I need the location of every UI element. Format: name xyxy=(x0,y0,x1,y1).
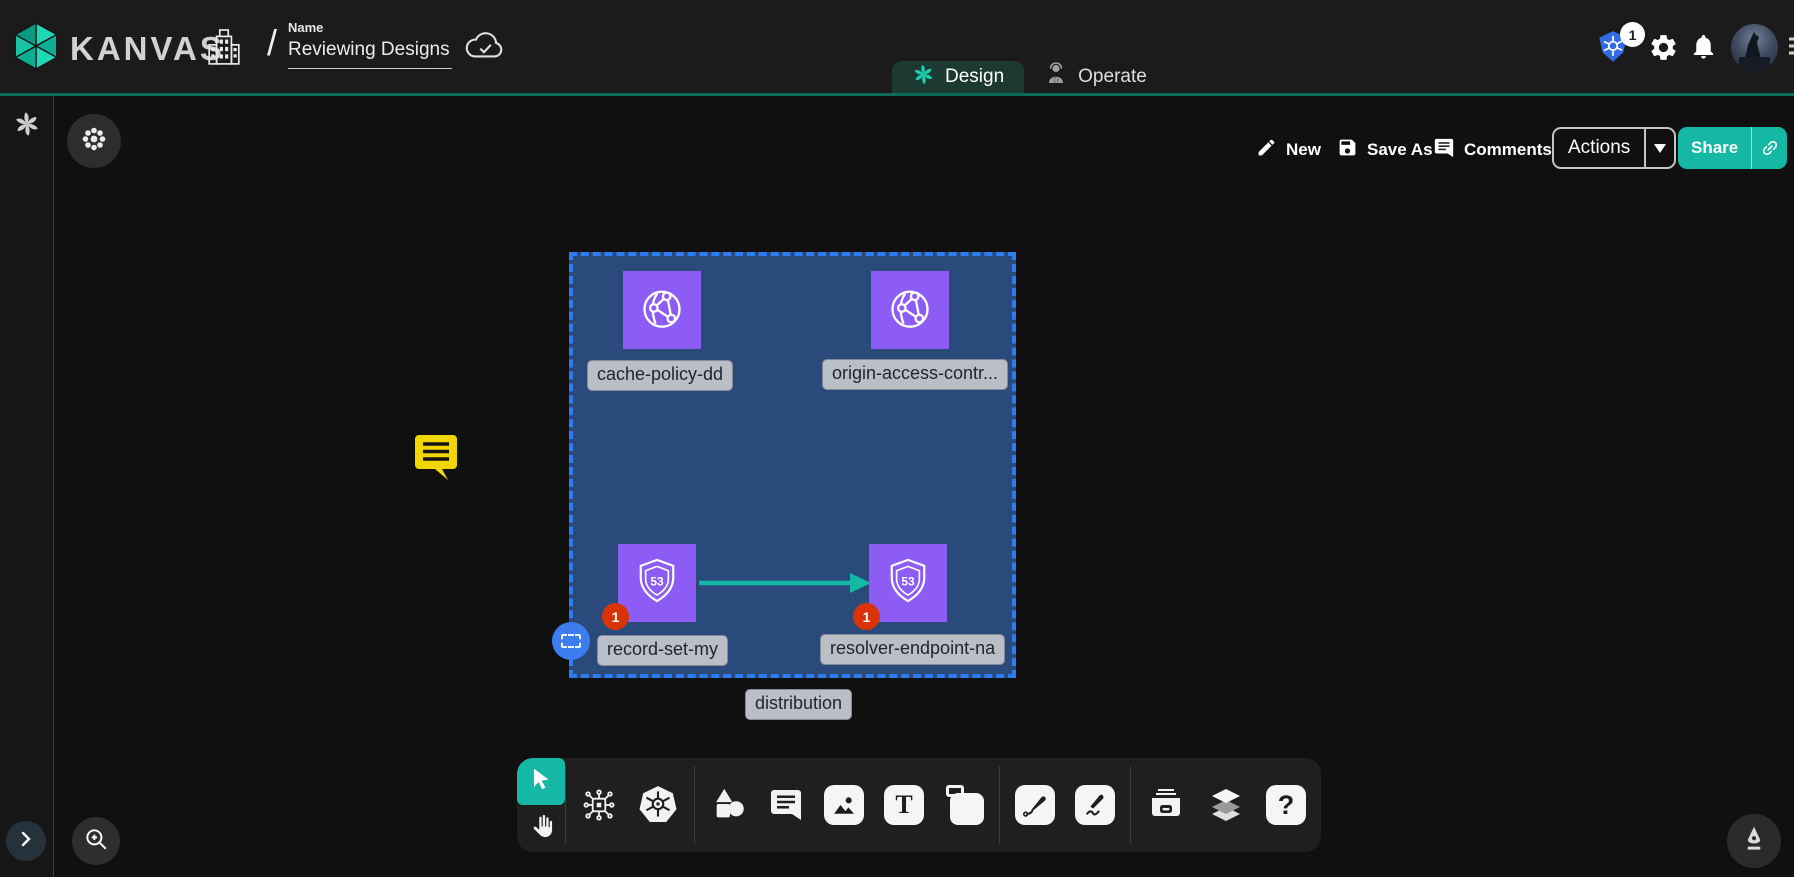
route53-shield-icon: 53 xyxy=(631,555,683,612)
image-tool[interactable] xyxy=(824,785,864,825)
comments-button[interactable]: Comments xyxy=(1433,132,1552,168)
overflow-menu-icon[interactable] xyxy=(1787,35,1794,62)
organization-icon[interactable] xyxy=(206,27,242,74)
hexagon-logo-icon xyxy=(14,22,58,75)
new-button-label: New xyxy=(1286,140,1321,160)
pen-vector-tool[interactable] xyxy=(1015,785,1055,825)
tab-design[interactable]: Design xyxy=(892,61,1024,93)
actions-button-label[interactable]: Actions xyxy=(1554,129,1644,167)
zoom-in-button[interactable] xyxy=(72,817,120,865)
design-name-field: Name xyxy=(288,20,452,69)
share-button-label[interactable]: Share xyxy=(1678,127,1751,169)
layers-tool[interactable] xyxy=(1206,785,1246,825)
notification-count-badge[interactable]: 1 xyxy=(602,603,629,630)
node-label-chip[interactable]: cache-policy-dd xyxy=(587,360,733,391)
comment-tool[interactable] xyxy=(768,787,804,823)
canvas-settings-button[interactable] xyxy=(67,114,121,168)
kanvas-app: KANVAS / Name xyxy=(0,0,1794,877)
magnifier-plus-icon xyxy=(83,826,109,857)
kubernetes-wheel-tool[interactable] xyxy=(637,784,679,826)
drawing-tools-group xyxy=(1000,758,1130,852)
flower-gear-icon xyxy=(79,124,109,159)
pen-nib-icon xyxy=(1740,825,1768,858)
brand-wordmark: KANVAS xyxy=(70,30,225,68)
select-tool-active[interactable] xyxy=(517,758,565,805)
sidebar-pinwheel-icon[interactable] xyxy=(13,110,41,143)
pointer-tools-column xyxy=(517,758,565,852)
tab-design-label: Design xyxy=(945,66,1004,88)
save-as-button[interactable]: Save As xyxy=(1337,132,1433,168)
help-tool[interactable]: ? xyxy=(1266,785,1306,825)
library-tools-group: ? xyxy=(1131,758,1321,852)
left-sidebar xyxy=(0,96,54,877)
design-name-input[interactable] xyxy=(288,36,452,69)
save-as-button-label: Save As xyxy=(1367,140,1433,160)
route53-number: 53 xyxy=(901,574,915,588)
shapes-tool[interactable] xyxy=(710,786,748,824)
pencil-sketch-tool[interactable] xyxy=(1075,785,1115,825)
actions-dropdown-arrow[interactable] xyxy=(1644,129,1674,167)
node-label-chip[interactable]: origin-access-contr... xyxy=(822,359,1008,390)
card-body-shape xyxy=(950,793,984,825)
sidebar-expand-button[interactable] xyxy=(6,821,46,861)
mode-tabs: Design Operate xyxy=(892,59,1167,93)
node-record-set[interactable]: 53 xyxy=(618,544,696,622)
settings-gear-icon[interactable] xyxy=(1648,32,1679,68)
node-label-chip[interactable]: record-set-my xyxy=(597,635,728,666)
notifications-bell-icon[interactable] xyxy=(1689,32,1718,66)
comments-button-label: Comments xyxy=(1464,140,1552,160)
annotation-tools-group: T xyxy=(695,758,999,852)
brand-logo[interactable]: KANVAS xyxy=(14,22,225,75)
text-tool[interactable]: T xyxy=(884,785,924,825)
node-origin-access-control[interactable] xyxy=(871,271,949,349)
card-tool[interactable] xyxy=(944,785,984,825)
node-resolver-endpoint[interactable]: 53 xyxy=(869,544,947,622)
chevron-right-icon xyxy=(18,831,34,852)
node-label-chip[interactable]: resolver-endpoint-na xyxy=(820,634,1005,665)
pan-hand-tool[interactable] xyxy=(527,805,555,852)
name-field-label: Name xyxy=(288,20,452,35)
route53-number: 53 xyxy=(650,574,664,588)
floppy-disk-icon xyxy=(1337,137,1358,163)
connection-arrow[interactable] xyxy=(697,569,873,602)
share-split-button[interactable]: Share xyxy=(1678,127,1787,169)
circuit-chip-tool[interactable] xyxy=(581,787,617,823)
canvas-comment-marker[interactable] xyxy=(413,432,459,487)
cursor-arrow-icon xyxy=(528,766,554,797)
tab-operate[interactable]: Operate xyxy=(1024,61,1167,93)
pencil-icon xyxy=(1256,137,1277,163)
globe-network-icon xyxy=(634,280,690,341)
breadcrumb-separator: / xyxy=(267,22,277,64)
operator-person-icon xyxy=(1044,62,1068,92)
actions-split-button[interactable]: Actions xyxy=(1552,127,1676,169)
group-label-chip[interactable]: distribution xyxy=(745,689,852,720)
user-avatar[interactable] xyxy=(1731,24,1778,71)
node-cache-policy[interactable] xyxy=(623,271,701,349)
design-pinwheel-icon xyxy=(912,63,935,92)
archive-drawer-tool[interactable] xyxy=(1146,785,1186,825)
context-count-badge: 1 xyxy=(1620,22,1645,47)
group-select-handle[interactable] xyxy=(552,622,590,660)
tab-operate-label: Operate xyxy=(1078,66,1147,88)
notification-count-badge[interactable]: 1 xyxy=(853,603,880,630)
cloud-sync-icon xyxy=(464,31,506,68)
hand-icon xyxy=(527,812,555,845)
bottom-toolbar: T xyxy=(517,758,1321,852)
pen-nib-button[interactable] xyxy=(1727,814,1781,868)
marquee-icon xyxy=(561,634,581,648)
copy-link-icon[interactable] xyxy=(1751,127,1787,169)
new-button[interactable]: New xyxy=(1256,132,1321,168)
route53-shield-icon: 53 xyxy=(882,555,934,612)
infra-tools-group xyxy=(566,758,694,852)
globe-network-icon xyxy=(882,280,938,341)
app-header: KANVAS / Name xyxy=(0,0,1794,96)
speech-bubble-icon xyxy=(1433,137,1455,164)
